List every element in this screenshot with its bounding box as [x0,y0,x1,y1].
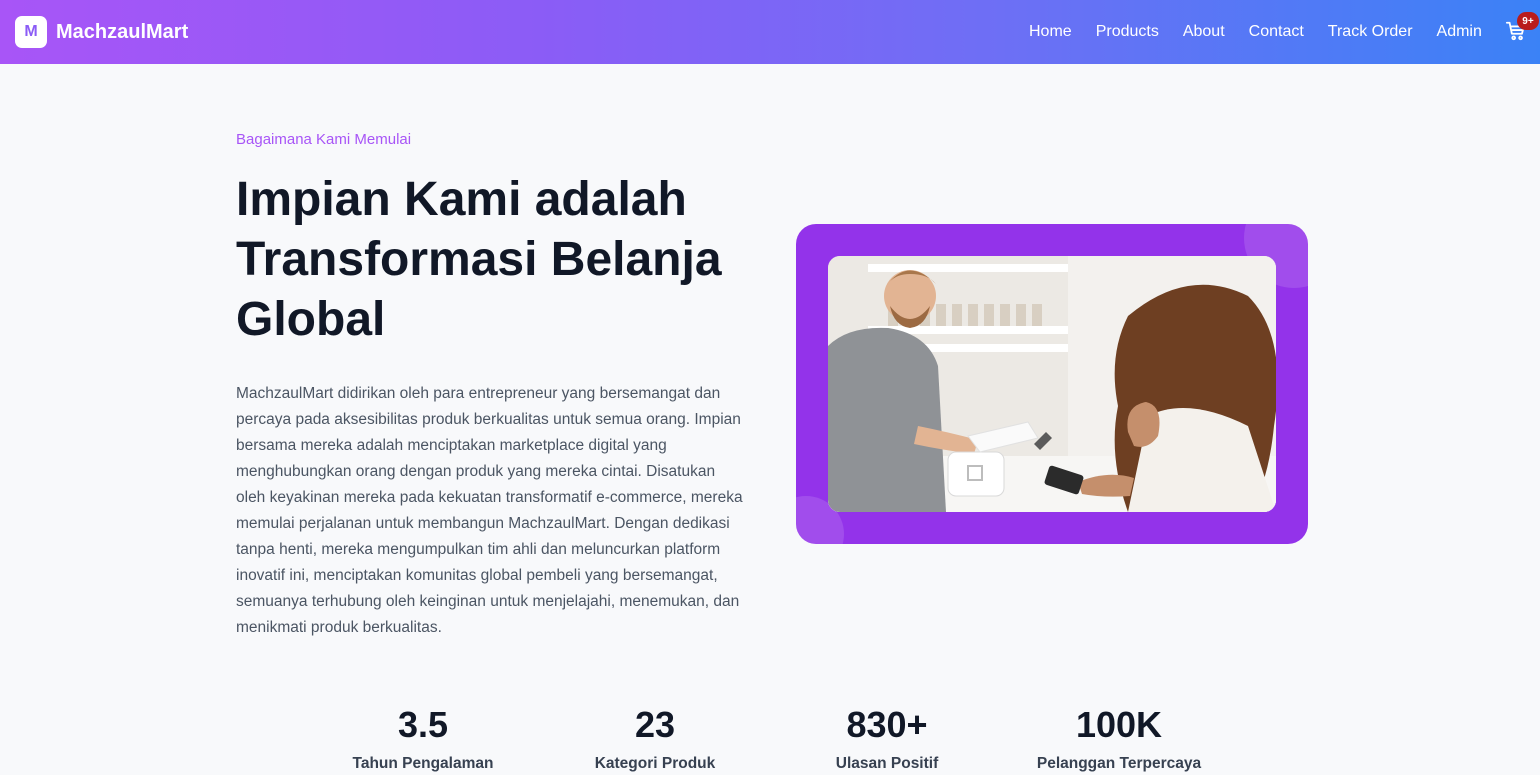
stat-label: Tahun Pengalaman [352,755,494,772]
stat-label: Pelanggan Terpercaya [1036,755,1202,772]
nav-links: Home Products About Contact Track Order … [1017,0,1494,64]
stat-value: 3.5 [397,704,449,745]
nav-link-products[interactable]: Products [1096,23,1159,41]
brand-logo: M [15,16,47,48]
navbar: M MachzaulMart Home Products About Conta… [0,0,1540,64]
nav-link-home[interactable]: Home [1029,23,1072,41]
cart-count-badge: 9+ [1517,12,1539,30]
brand-name: MachzaulMart [56,20,189,43]
nav-link-about[interactable]: About [1183,23,1225,41]
stat-customers: 100K Pelanggan Terpercaya [1009,703,1229,773]
hero-photo [828,256,1276,512]
stat-reviews: 830+ Ulasan Positif [777,703,997,773]
nav-link-contact[interactable]: Contact [1249,23,1304,41]
nav-link-admin[interactable]: Admin [1437,23,1482,41]
stat-value: 100K [1075,704,1163,745]
cart-button[interactable]: 9+ [1505,12,1539,44]
stat-label: Kategori Produk [594,755,716,772]
hero-headline: Impian Kami adalah Transformasi Belanja … [236,173,722,346]
section-eyebrow: Bagaimana Kami Memulai [236,131,412,148]
nav-link-track-order[interactable]: Track Order [1328,23,1413,41]
stat-value: 830+ [846,704,928,745]
brand-link[interactable]: M MachzaulMart [15,16,188,48]
hero-description: MachzaulMart didirikan oleh para entrepr… [236,385,743,636]
stat-experience: 3.5 Tahun Pengalaman [313,703,533,773]
stat-label: Ulasan Positif [835,755,939,772]
stat-categories: 23 Kategori Produk [545,703,765,773]
hero-image-frame [796,224,1308,544]
stat-value: 23 [634,704,676,745]
